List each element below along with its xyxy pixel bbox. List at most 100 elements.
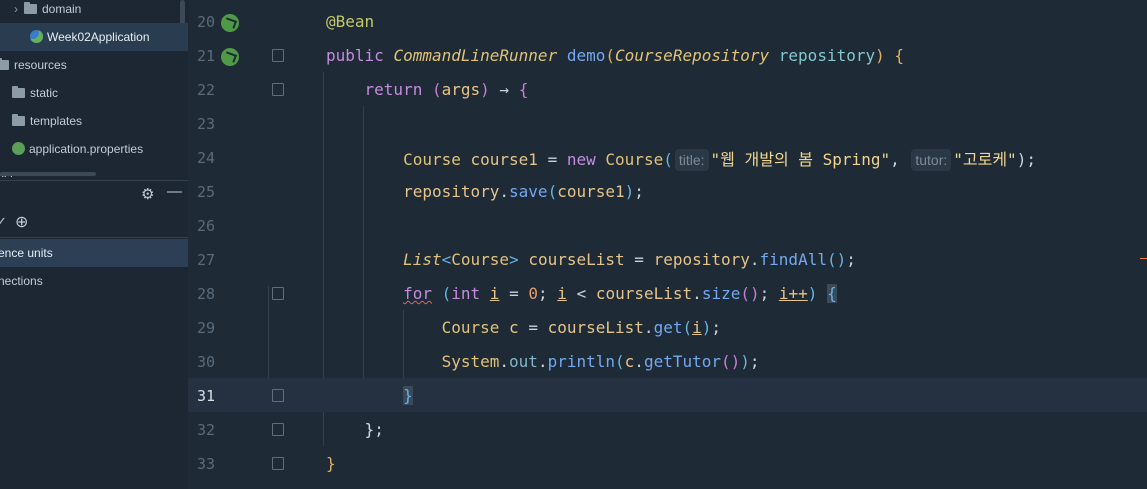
code-line[interactable]: 27 List<Course> courseList = repository.… bbox=[188, 242, 1147, 276]
keyword-token: new bbox=[566, 150, 596, 169]
code-text: List<Course> courseList = repository.fin… bbox=[403, 250, 856, 269]
brace-token: { bbox=[518, 80, 529, 99]
check-icon[interactable]: ✓ bbox=[0, 214, 7, 230]
panel-item-label: nections bbox=[0, 274, 43, 288]
code-line[interactable]: 26 bbox=[188, 208, 1147, 242]
method-token: getTutor bbox=[643, 352, 721, 371]
sidebar-horizontal-scrollbar[interactable] bbox=[0, 172, 96, 176]
code-line[interactable]: 33 } bbox=[188, 446, 1147, 480]
keyword-token: for bbox=[403, 284, 432, 303]
number-token: 0 bbox=[528, 284, 538, 303]
code-line[interactable]: 21 public CommandLineRunner demo(CourseR… bbox=[188, 38, 1147, 72]
line-number: 33 bbox=[196, 455, 215, 473]
folder-icon bbox=[0, 58, 9, 70]
brace-token: { bbox=[894, 46, 905, 65]
brace-token: } bbox=[326, 454, 336, 473]
variable-token: course1 bbox=[470, 150, 538, 169]
code-line[interactable]: 30 System.out.println(c.getTutor()); bbox=[188, 344, 1147, 378]
code-line[interactable]: 24 Course course1 = new Course(title: "웹 … bbox=[188, 140, 1147, 174]
type-token: List bbox=[403, 250, 442, 269]
code-line[interactable]: 32 }}; bbox=[188, 412, 1147, 446]
tree-item-static[interactable]: static bbox=[12, 79, 58, 107]
variable-token: courseList bbox=[595, 284, 693, 303]
gear-icon[interactable]: ⚙ bbox=[141, 185, 154, 203]
tree-item-resources[interactable]: resources bbox=[0, 51, 67, 79]
type-token: Course bbox=[451, 250, 510, 269]
code-text: } bbox=[326, 454, 336, 473]
operator-token: = bbox=[547, 150, 558, 169]
punctuation-token: ; bbox=[846, 250, 856, 269]
line-number: 25 bbox=[196, 183, 215, 201]
fold-marker-icon[interactable] bbox=[272, 287, 284, 300]
panel-action-bar: ✓ ⊕ bbox=[0, 209, 188, 237]
crosshair-icon[interactable]: ⊕ bbox=[15, 212, 28, 232]
line-number: 31 bbox=[196, 387, 215, 405]
panel-divider-2 bbox=[0, 237, 188, 238]
folder-icon bbox=[12, 114, 25, 126]
line-number: 21 bbox=[196, 47, 215, 65]
minimize-icon[interactable]: — bbox=[167, 183, 182, 200]
persistence-units-item[interactable]: ence units bbox=[0, 239, 53, 267]
tree-item-label: static bbox=[30, 86, 59, 100]
code-text: } bbox=[326, 386, 413, 405]
code-text: }}; bbox=[364, 420, 384, 439]
parameter-hint: title: bbox=[674, 149, 709, 171]
folder-icon bbox=[24, 2, 37, 14]
spring-bean-gutter-icon[interactable] bbox=[221, 48, 239, 66]
keyword-token: return bbox=[364, 80, 423, 99]
code-line[interactable]: 28 for (int i = 0; i < courseList.size()… bbox=[188, 276, 1147, 310]
tree-item-label: application.properties bbox=[29, 142, 144, 156]
tree-item-application-properties[interactable]: application.properties bbox=[12, 135, 143, 163]
line-number: 32 bbox=[196, 421, 215, 439]
method-token: demo bbox=[566, 46, 606, 65]
line-number: 30 bbox=[196, 353, 215, 371]
tree-item-week02application[interactable]: Week02Application bbox=[30, 23, 150, 51]
fold-marker-icon[interactable] bbox=[272, 423, 284, 436]
code-line[interactable]: 29 Course c = courseList.get(i); bbox=[188, 310, 1147, 344]
spring-app-icon bbox=[30, 30, 43, 43]
variable-token: courseList bbox=[528, 250, 625, 269]
type-token: Course bbox=[403, 150, 461, 169]
spring-leaf-icon bbox=[12, 142, 25, 155]
string-token: "웹 개발의 봄 Spring" bbox=[710, 150, 891, 169]
variable-token: repository bbox=[653, 250, 750, 269]
fold-marker-icon[interactable] bbox=[272, 457, 284, 470]
field-token: out bbox=[509, 352, 538, 371]
annotation-token: @Bean bbox=[326, 12, 375, 31]
line-number: 29 bbox=[196, 319, 215, 337]
line-number: 27 bbox=[196, 251, 215, 269]
punctuation-token: }; bbox=[364, 420, 384, 439]
tree-item-label: resources bbox=[14, 58, 67, 72]
code-text: Course course1 = new Course(title: "웹 개발의… bbox=[403, 149, 1036, 171]
variable-token: courseList bbox=[547, 318, 644, 337]
tree-item-label: Week02Application bbox=[47, 30, 150, 44]
spring-bean-gutter-icon[interactable] bbox=[221, 14, 239, 32]
line-number: 28 bbox=[196, 285, 215, 303]
code-line-current[interactable]: 31 } bbox=[188, 378, 1147, 412]
fold-marker-icon[interactable] bbox=[272, 49, 284, 62]
tree-item-templates[interactable]: templates bbox=[12, 107, 82, 135]
panel-title-fragment: : bbox=[0, 187, 1, 202]
punctuation-token: ; bbox=[634, 182, 644, 201]
method-token: save bbox=[509, 182, 548, 201]
line-number: 20 bbox=[196, 13, 215, 31]
type-token: Course bbox=[605, 150, 664, 169]
panel-item-label: ence units bbox=[0, 246, 53, 260]
code-text: System.out.println(c.getTutor()); bbox=[441, 352, 760, 371]
tree-item-label: domain bbox=[42, 2, 82, 16]
arrow-token: → bbox=[499, 80, 510, 99]
punctuation-token: ; bbox=[749, 352, 760, 371]
connections-item[interactable]: nections bbox=[0, 267, 43, 295]
folder-icon bbox=[12, 86, 25, 98]
code-line[interactable]: 20 @Bean bbox=[188, 4, 1147, 38]
code-line[interactable]: 23 bbox=[188, 106, 1147, 140]
fold-marker-icon[interactable] bbox=[272, 389, 284, 402]
fold-marker-icon[interactable] bbox=[272, 83, 284, 96]
line-number: 23 bbox=[196, 115, 215, 133]
code-line[interactable]: 22 return (args) → { bbox=[188, 72, 1147, 106]
tree-item-domain[interactable]: › domain bbox=[14, 0, 81, 23]
variable-token: c bbox=[624, 352, 635, 371]
code-text: return (args) → { bbox=[364, 80, 529, 99]
code-line[interactable]: 25 repository.save(course1); bbox=[188, 174, 1147, 208]
code-editor[interactable]: 20 @Bean 21 public CommandLineRunner dem… bbox=[188, 0, 1147, 489]
